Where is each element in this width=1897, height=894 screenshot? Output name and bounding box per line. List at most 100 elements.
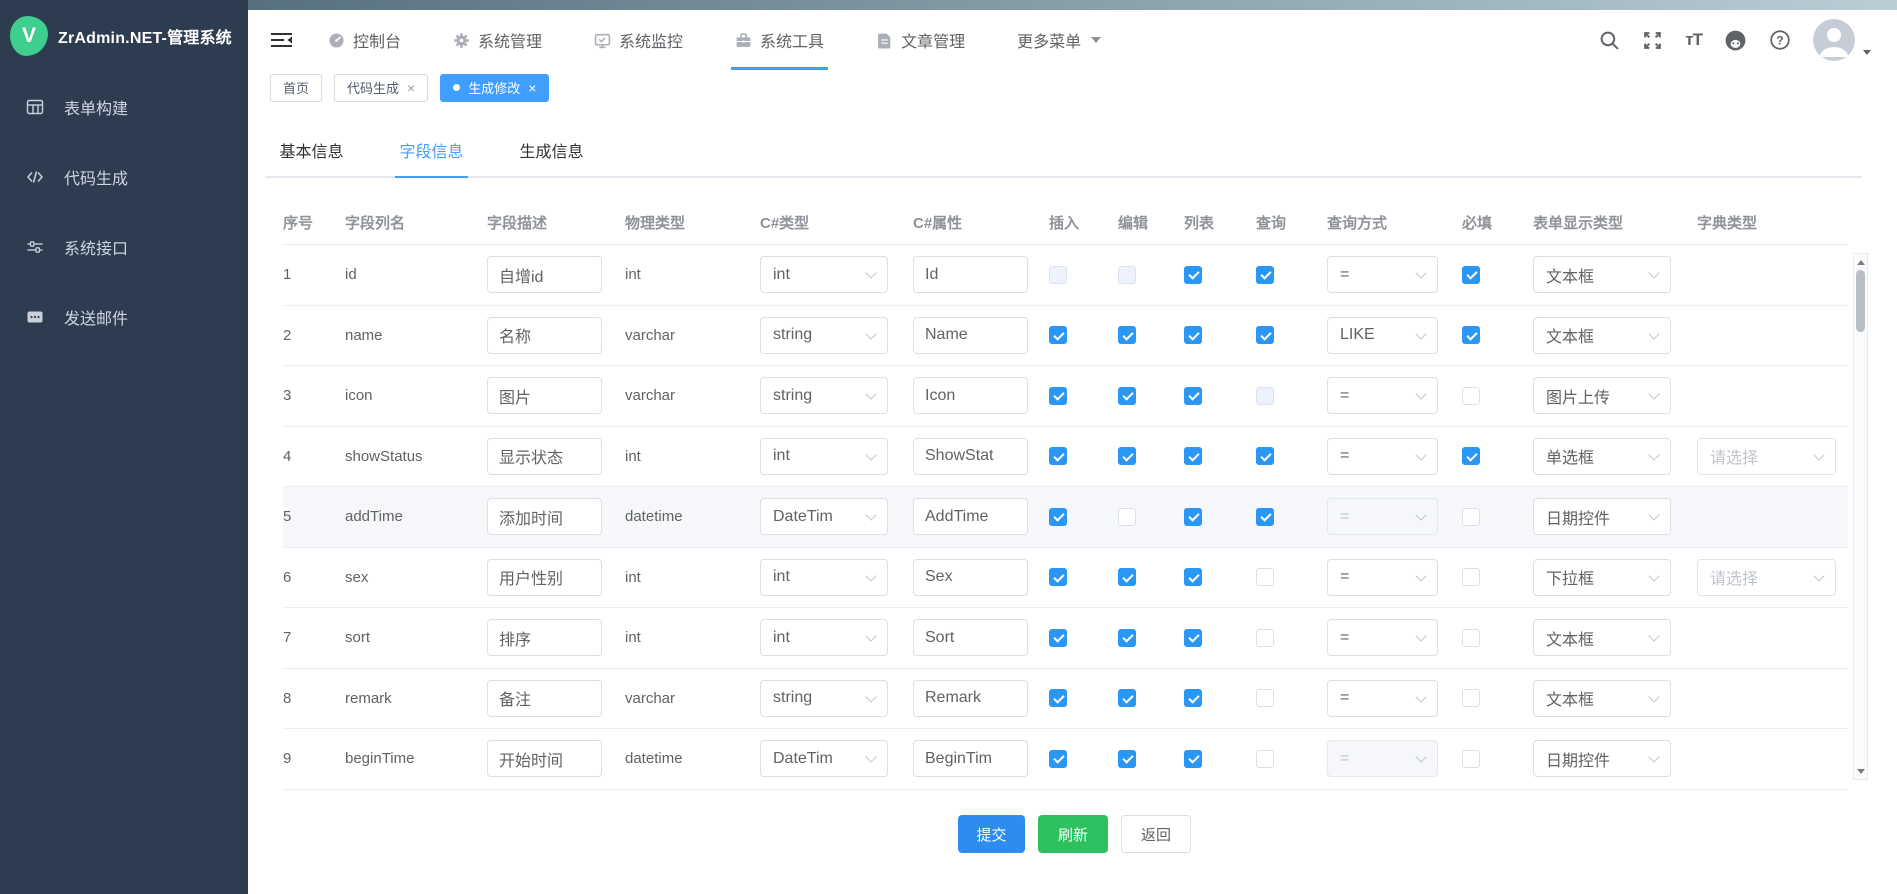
list-checkbox[interactable]	[1184, 750, 1202, 768]
required-checkbox[interactable]	[1462, 387, 1480, 405]
cs-type-select[interactable]: DateTim	[760, 740, 888, 777]
insert-checkbox[interactable]	[1049, 568, 1067, 586]
required-checkbox[interactable]	[1462, 447, 1480, 465]
search-icon[interactable]	[1599, 30, 1620, 51]
insert-checkbox[interactable]	[1049, 629, 1067, 647]
display-type-select[interactable]: 文本框	[1533, 256, 1671, 293]
cs-type-select[interactable]: int	[760, 619, 888, 656]
list-checkbox[interactable]	[1184, 447, 1202, 465]
list-checkbox[interactable]	[1184, 326, 1202, 344]
sidebar-item-form-builder[interactable]: 表单构建	[0, 72, 248, 142]
sidebar-item-system-api[interactable]: 系统接口	[0, 212, 248, 282]
cs-type-select[interactable]: int	[760, 256, 888, 293]
nav-item-more-menu[interactable]: 更多菜单	[1017, 10, 1101, 70]
query-checkbox[interactable]	[1256, 568, 1274, 586]
display-type-select[interactable]: 下拉框	[1533, 559, 1671, 596]
insert-checkbox[interactable]	[1049, 387, 1067, 405]
query-type-select[interactable]: =	[1327, 740, 1438, 777]
query-checkbox[interactable]	[1256, 750, 1274, 768]
edit-checkbox[interactable]	[1118, 266, 1136, 284]
display-type-select[interactable]: 图片上传	[1533, 377, 1671, 414]
submit-button[interactable]: 提交	[958, 815, 1025, 853]
cs-property-input[interactable]	[913, 438, 1028, 475]
scroll-thumb[interactable]	[1856, 270, 1865, 332]
column-desc-input[interactable]	[487, 438, 602, 475]
query-checkbox[interactable]	[1256, 326, 1274, 344]
cs-property-input[interactable]	[913, 740, 1028, 777]
cs-type-select[interactable]: int	[760, 559, 888, 596]
required-checkbox[interactable]	[1462, 266, 1480, 284]
edit-checkbox[interactable]	[1118, 629, 1136, 647]
list-checkbox[interactable]	[1184, 508, 1202, 526]
display-type-select[interactable]: 文本框	[1533, 619, 1671, 656]
back-button[interactable]: 返回	[1121, 815, 1191, 853]
font-size-icon[interactable]: тT	[1685, 30, 1702, 50]
cs-property-input[interactable]	[913, 317, 1028, 354]
sidebar-item-code-gen[interactable]: 代码生成	[0, 142, 248, 212]
required-checkbox[interactable]	[1462, 326, 1480, 344]
edit-checkbox[interactable]	[1118, 568, 1136, 586]
user-avatar[interactable]	[1813, 19, 1871, 61]
query-checkbox[interactable]	[1256, 266, 1274, 284]
cs-type-select[interactable]: string	[760, 377, 888, 414]
list-checkbox[interactable]	[1184, 568, 1202, 586]
query-checkbox[interactable]	[1256, 629, 1274, 647]
required-checkbox[interactable]	[1462, 750, 1480, 768]
display-type-select[interactable]: 文本框	[1533, 680, 1671, 717]
query-type-select[interactable]: =	[1327, 438, 1438, 475]
table-scrollbar[interactable]	[1853, 253, 1868, 780]
column-desc-input[interactable]	[487, 498, 602, 535]
cs-type-select[interactable]: DateTim	[760, 498, 888, 535]
list-checkbox[interactable]	[1184, 266, 1202, 284]
close-icon[interactable]: ×	[528, 81, 536, 95]
query-checkbox[interactable]	[1256, 447, 1274, 465]
column-desc-input[interactable]	[487, 619, 602, 656]
cs-property-input[interactable]	[913, 680, 1028, 717]
edit-checkbox[interactable]	[1118, 447, 1136, 465]
nav-item-system-tools[interactable]: 系统工具	[735, 10, 824, 70]
insert-checkbox[interactable]	[1049, 266, 1067, 284]
tag-home[interactable]: 首页	[270, 74, 322, 102]
column-desc-input[interactable]	[487, 559, 602, 596]
help-icon[interactable]: ?	[1769, 29, 1791, 51]
sidebar-item-send-mail[interactable]: 发送邮件	[0, 282, 248, 352]
scroll-down-arrow[interactable]	[1854, 764, 1867, 778]
list-checkbox[interactable]	[1184, 387, 1202, 405]
insert-checkbox[interactable]	[1049, 689, 1067, 707]
cs-type-select[interactable]: string	[760, 317, 888, 354]
required-checkbox[interactable]	[1462, 629, 1480, 647]
cs-type-select[interactable]: int	[760, 438, 888, 475]
cs-type-select[interactable]: string	[760, 680, 888, 717]
tag-gen-edit[interactable]: 生成修改×	[440, 74, 549, 102]
close-icon[interactable]: ×	[407, 81, 415, 95]
insert-checkbox[interactable]	[1049, 326, 1067, 344]
query-type-select[interactable]: =	[1327, 619, 1438, 656]
cs-property-input[interactable]	[913, 498, 1028, 535]
display-type-select[interactable]: 日期控件	[1533, 498, 1671, 535]
column-desc-input[interactable]	[487, 680, 602, 717]
nav-item-article-manage[interactable]: 文章管理	[876, 10, 965, 70]
nav-item-system-monitor[interactable]: 系统监控	[594, 10, 683, 70]
query-checkbox[interactable]	[1256, 387, 1274, 405]
query-checkbox[interactable]	[1256, 508, 1274, 526]
fullscreen-icon[interactable]	[1642, 30, 1663, 51]
edit-checkbox[interactable]	[1118, 508, 1136, 526]
scroll-up-arrow[interactable]	[1854, 255, 1867, 269]
insert-checkbox[interactable]	[1049, 447, 1067, 465]
column-desc-input[interactable]	[487, 256, 602, 293]
required-checkbox[interactable]	[1462, 508, 1480, 526]
column-desc-input[interactable]	[487, 317, 602, 354]
tab-field-info[interactable]: 字段信息	[395, 130, 468, 170]
edit-checkbox[interactable]	[1118, 326, 1136, 344]
refresh-button[interactable]: 刷新	[1038, 815, 1108, 853]
tab-gen-info[interactable]: 生成信息	[515, 130, 588, 170]
query-type-select[interactable]: =	[1327, 377, 1438, 414]
edit-checkbox[interactable]	[1118, 387, 1136, 405]
cs-property-input[interactable]	[913, 256, 1028, 293]
display-type-select[interactable]: 文本框	[1533, 317, 1671, 354]
query-type-select[interactable]: =	[1327, 256, 1438, 293]
display-type-select[interactable]: 单选框	[1533, 438, 1671, 475]
tag-code-gen[interactable]: 代码生成×	[334, 74, 428, 102]
insert-checkbox[interactable]	[1049, 508, 1067, 526]
tab-basic-info[interactable]: 基本信息	[275, 130, 348, 170]
